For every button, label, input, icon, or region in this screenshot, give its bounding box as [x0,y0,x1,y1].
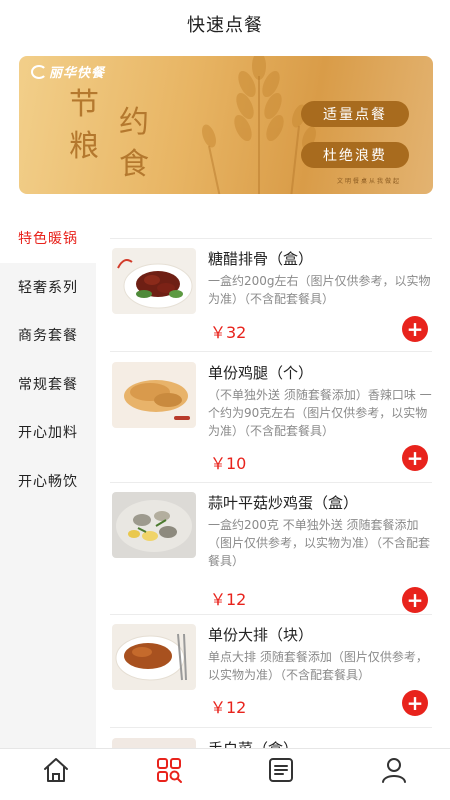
dish-name: 单份鸡腿（个） [208,364,314,382]
dish-description: 单点大排 须随套餐添加（图片仅供参考，以实物为准）（不含配套餐具） [208,650,428,682]
add-to-cart-button[interactable]: + [402,316,428,342]
category-sidebar: 特色暖锅 轻奢系列 商务套餐 常规套餐 开心加料 开心畅饮 [0,214,96,748]
food-image-cabbage [112,738,196,748]
menu-item: 糖醋排骨（盒） 一盒约200g左右（图片仅供参考，以实物为准）（不含配套餐具） … [96,238,450,368]
sidebar-item-extras[interactable]: 开心加料 [0,408,96,457]
dish-description: 一盒约200g左右（图片仅供参考，以实物为准）（不含配套餐具） [208,274,431,306]
banner-fine-print: 文明餐桌从我做起 [337,178,402,185]
food-image-pork-chop [112,624,196,690]
tab-profile[interactable] [338,749,450,800]
list-icon [269,758,294,782]
slogan-right: 约 食 [119,105,149,182]
dish-name: 糖醋排骨（盒） [208,250,314,268]
dish-name: 手白菜（盒） [208,738,298,748]
add-to-cart-button[interactable]: + [402,587,428,613]
promo-banner[interactable]: 丽华快餐 节 粮 约 食 适量点餐 杜绝浪费 文明餐桌从我做起 [19,56,433,194]
dish-price: ￥12 [210,698,247,717]
tab-order[interactable] [113,749,226,800]
menu-item: 单份鸡腿（个） （不单独外送 须随套餐添加）香辣口味 一个约为90克左右（图片仅… [96,352,450,483]
add-to-cart-button[interactable]: + [402,690,428,716]
slogan-left: 节 粮 [69,87,99,164]
food-image-mushroom-egg [112,492,196,558]
home-icon [44,758,69,782]
tab-home[interactable] [0,749,113,800]
sidebar-item-business-set[interactable]: 商务套餐 [0,311,96,360]
menu-item: 手白菜（盒） [96,728,450,748]
bottom-tab-bar [0,748,450,800]
sidebar-item-special-hotpot[interactable]: 特色暖锅 [0,214,96,263]
food-image-pork-ribs [112,248,196,314]
menu-item: 单份大排（块） 单点大排 须随套餐添加（图片仅供参考，以实物为准）（不含配套餐具… [96,614,450,734]
sidebar-item-regular-set[interactable]: 常规套餐 [0,360,96,409]
dish-price: ￥12 [210,590,247,609]
food-image-chicken-leg [112,362,196,428]
banner-pill-order-moderately: 适量点餐 [301,101,409,127]
add-to-cart-button[interactable]: + [402,445,428,471]
plus-icon: + [406,317,424,341]
app-header: 快速点餐 [0,0,450,48]
menu-item: 蒜叶平菇炒鸡蛋（盒） 一盒约200克 不单独外送 须随套餐添加（图片仅供参考，以… [96,482,450,615]
sidebar-item-light-luxury[interactable]: 轻奢系列 [0,263,96,312]
dish-price: ￥10 [210,454,247,473]
order-search-icon [156,758,182,783]
plus-icon: + [406,588,424,612]
dish-description: （不单独外送 须随套餐添加）香辣口味 一个约为90克左右（图片仅供参考，以实物为… [208,388,432,438]
dish-description: 一盒约200克 不单独外送 须随套餐添加（图片仅供参考，以实物为准）（不含配套餐… [208,518,431,568]
banner-pill-no-waste: 杜绝浪费 [301,142,409,168]
page-title: 快速点餐 [187,15,263,36]
dish-price: ￥32 [210,323,247,342]
user-icon [381,758,406,783]
menu-list[interactable]: 糖醋排骨（盒） 一盒约200g左右（图片仅供参考，以实物为准）（不含配套餐具） … [96,214,450,748]
plus-icon: + [406,446,424,470]
dish-name: 单份大排（块） [208,626,314,644]
brand-logo: 丽华快餐 [31,62,105,81]
sidebar-item-drinks[interactable]: 开心畅饮 [0,457,96,506]
dish-name: 蒜叶平菇炒鸡蛋（盒） [208,494,359,512]
plus-icon: + [406,691,424,715]
tab-list[interactable] [225,749,338,800]
